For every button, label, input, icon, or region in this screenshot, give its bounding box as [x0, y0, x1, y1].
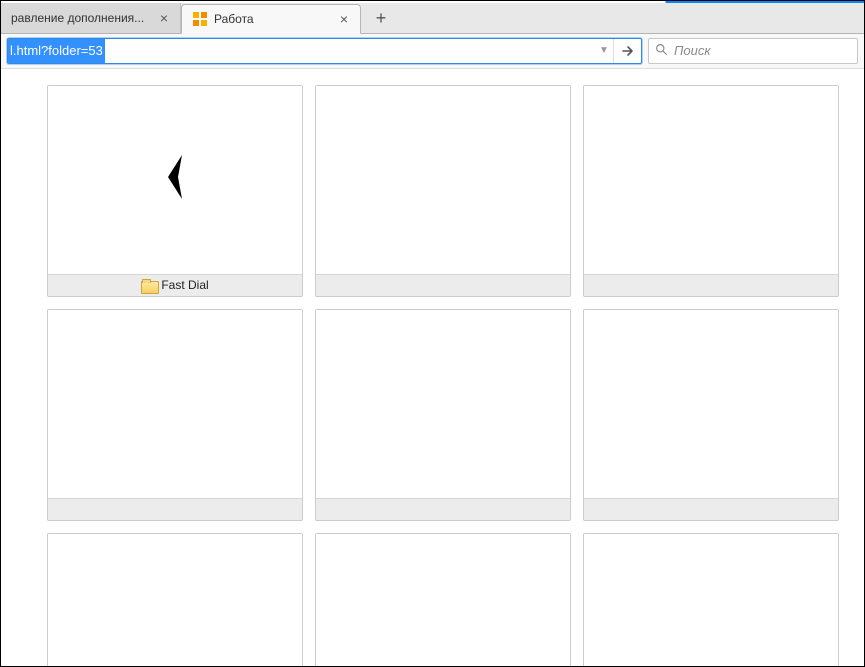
tile-empty[interactable]: [315, 85, 571, 297]
search-icon: [655, 43, 668, 59]
new-tab-button[interactable]: +: [367, 5, 395, 33]
tile-thumb: [316, 534, 570, 666]
speed-dial-grid: Fast Dial: [1, 69, 864, 666]
url-selected-text: l.html?folder=53: [8, 39, 105, 63]
chevron-left-icon: [158, 151, 192, 208]
tile-caption: [48, 498, 302, 520]
nav-toolbar: l.html?folder=53 ▼ Поиск: [1, 34, 864, 69]
tab-title: равление дополнения...: [11, 11, 150, 25]
tab-addons[interactable]: равление дополнения... ×: [1, 3, 181, 33]
tile-caption-text: Fast Dial: [161, 278, 208, 292]
search-bar[interactable]: Поиск: [648, 38, 858, 64]
speed-dial-content: Fast Dial: [1, 69, 864, 666]
tile-caption: [316, 498, 570, 520]
tile-caption: Fast Dial: [48, 274, 302, 296]
tab-strip: равление дополнения... × Работа × +: [1, 3, 864, 34]
tile-back[interactable]: Fast Dial: [47, 85, 303, 297]
folder-icon: [141, 279, 157, 292]
tile-empty[interactable]: [47, 533, 303, 666]
tile-caption: [316, 274, 570, 296]
tile-empty[interactable]: [315, 533, 571, 666]
tile-thumb: [316, 86, 570, 274]
fastdial-favicon-icon: [192, 11, 208, 27]
url-bar[interactable]: l.html?folder=53 ▼: [7, 38, 642, 64]
tile-thumb: [584, 86, 838, 274]
tile-caption: [584, 498, 838, 520]
tile-thumb: [48, 310, 302, 498]
chevron-down-icon[interactable]: ▼: [595, 45, 613, 56]
browser-window: равление дополнения... × Работа × + l.ht…: [0, 0, 865, 667]
close-icon[interactable]: ×: [336, 11, 352, 27]
tile-caption: [584, 274, 838, 296]
go-arrow-icon[interactable]: [613, 39, 641, 63]
tile-empty[interactable]: [315, 309, 571, 521]
tile-thumb: [584, 534, 838, 666]
tile-empty[interactable]: [583, 309, 839, 521]
tile-empty[interactable]: [583, 85, 839, 297]
tile-thumb: [48, 86, 302, 274]
tile-thumb: [48, 534, 302, 666]
tile-thumb: [316, 310, 570, 498]
tile-empty[interactable]: [583, 533, 839, 666]
tab-fastdial[interactable]: Работа ×: [181, 4, 361, 34]
tile-thumb: [584, 310, 838, 498]
search-placeholder: Поиск: [674, 43, 711, 58]
close-icon[interactable]: ×: [156, 10, 172, 26]
tab-title: Работа: [214, 12, 330, 26]
tile-empty[interactable]: [47, 309, 303, 521]
